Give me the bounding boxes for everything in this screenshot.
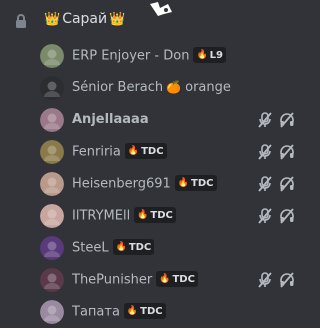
mic-muted-icon [256,207,274,225]
username[interactable]: ERP Enjoyer - Don 🔥 L9 [72,47,226,64]
mic-muted-icon [256,111,274,129]
voice-user-list: ERP Enjoyer - Don 🔥 L9 Sénior Berach 🍊 orange… [0,40,310,328]
fire-icon: 🔥 [196,50,208,60]
crown-icon: 👑 [109,11,126,27]
voice-status-icons [256,207,296,225]
username[interactable]: SteeL 🔥 TDC [72,239,155,256]
clan-tag-text: TDC [172,273,195,285]
mic-muted-icon [256,175,274,193]
username[interactable]: Sénior Berach 🍊 orange [72,80,231,95]
voice-status-icons [256,175,296,193]
fire-icon: 🔥 [115,242,127,252]
voice-status-icons [256,111,296,129]
voice-user-row[interactable]: Anjellaaaa [0,104,310,136]
voice-status-icons [256,271,296,289]
deafened-icon [278,207,296,225]
cursor-artifact-icon [150,2,172,16]
voice-user-row[interactable]: Sénior Berach 🍊 orange [0,72,310,104]
voice-user-row[interactable]: ThePunisher 🔥 TDC [0,264,310,296]
avatar[interactable] [40,204,64,228]
voice-user-row[interactable]: IlTRYMEll 🔥 TDC [0,200,310,232]
username-text: Anjellaaaa [72,112,149,127]
fire-icon: 🔥 [126,306,139,316]
voice-user-row[interactable]: ERP Enjoyer - Don 🔥 L9 [0,40,310,72]
avatar[interactable] [40,268,64,292]
avatar[interactable] [40,300,64,324]
avatar[interactable] [40,44,64,68]
username[interactable]: IlTRYMEll 🔥 TDC [72,207,176,224]
username[interactable]: Тапата 🔥 TDC [72,303,166,320]
orange-emoji-icon: 🍊 [166,80,182,94]
clan-tag-text: TDC [191,177,214,189]
fire-icon: 🔥 [159,274,171,284]
username-text: ERP Enjoyer - Don [72,48,190,64]
channel-label: Сарай [62,11,108,27]
clan-tag-badge[interactable]: 🔥 TDC [156,271,198,287]
deafened-icon [278,111,296,129]
lock-icon [14,13,28,29]
voice-status-icons [256,143,296,161]
voice-user-row[interactable]: Тапата 🔥 TDC [0,296,310,328]
clan-tag-text: TDC [150,209,173,221]
clan-tag-text: TDC [141,145,164,157]
clan-tag-text: TDC [128,241,152,253]
deafened-icon [278,271,296,289]
username-text: Fenriria [72,144,121,160]
avatar[interactable] [40,172,64,196]
mic-muted-icon [256,271,274,289]
username[interactable]: Fenriria 🔥 TDC [72,143,167,160]
username-text: Heisenberg691 [72,176,171,192]
fire-icon: 🔥 [177,178,190,188]
username[interactable]: Heisenberg691 🔥 TDC [72,175,217,192]
avatar[interactable] [40,76,64,100]
avatar[interactable] [40,108,64,132]
username-text: Тапата [72,304,120,320]
avatar[interactable] [40,236,64,260]
fire-icon: 🔥 [137,210,149,220]
username-text: SteeL [72,240,109,256]
clan-tag-text: L9 [209,49,223,61]
clan-tag-badge[interactable]: 🔥 TDC [112,239,155,255]
voice-user-row[interactable]: Fenriria 🔥 TDC [0,136,310,168]
crown-icon: 👑 [44,11,61,27]
username[interactable]: ThePunisher 🔥 TDC [72,271,198,288]
clan-tag-badge[interactable]: 🔥 TDC [134,207,176,223]
voice-user-row[interactable]: Heisenberg691 🔥 TDC [0,168,310,200]
voice-user-row[interactable]: SteeL 🔥 TDC [0,232,310,264]
username-text: ThePunisher [72,272,153,288]
username-suffix: orange [185,80,231,95]
avatar[interactable] [40,140,64,164]
mic-muted-icon [256,143,274,161]
username-text: IlTRYMEll [72,208,131,224]
clan-tag-badge[interactable]: 🔥 TDC [174,175,217,191]
deafened-icon [278,175,296,193]
username-text: Sénior Berach [72,80,164,95]
channel-name: 👑 Сарай 👑 [44,11,125,27]
clan-tag-badge[interactable]: 🔥 TDC [124,143,167,159]
deafened-icon [278,143,296,161]
clan-tag-badge[interactable]: 🔥 TDC [123,303,166,319]
clan-tag-badge[interactable]: 🔥 L9 [193,47,226,63]
fire-icon: 🔥 [127,146,140,156]
username[interactable]: Anjellaaaa [72,112,149,127]
clan-tag-text: TDC [140,305,163,317]
